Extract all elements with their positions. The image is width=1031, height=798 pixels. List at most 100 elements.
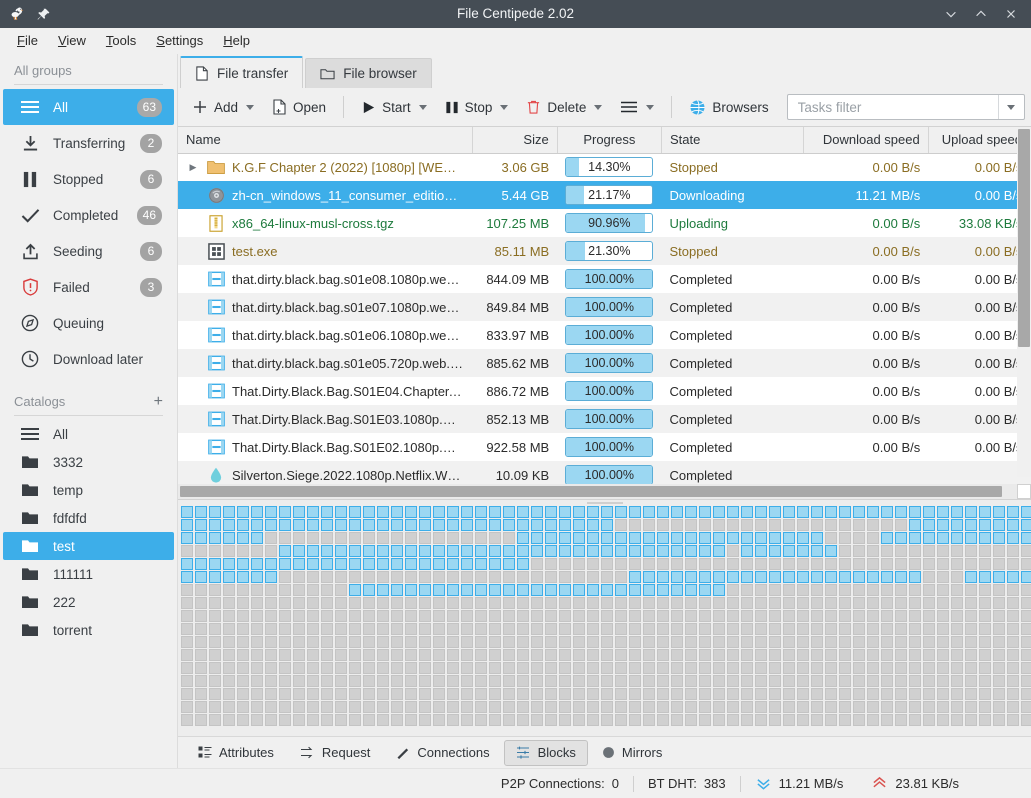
block-cell [377, 688, 389, 700]
delete-button[interactable]: Delete [518, 93, 610, 121]
block-cell [531, 597, 543, 609]
table-horizontal-scroll-thumb[interactable] [180, 486, 1002, 497]
menu-view[interactable]: View [49, 30, 95, 51]
table-vertical-scrollbar[interactable] [1017, 127, 1031, 477]
block-cell [405, 610, 417, 622]
pin-icon[interactable] [36, 7, 51, 22]
menu-settings[interactable]: Settings [147, 30, 212, 51]
pane-resize-handle[interactable] [178, 500, 1031, 505]
sidebar-item-failed[interactable]: Failed3 [3, 269, 174, 305]
catalog-item-all[interactable]: All [3, 420, 174, 448]
sidebar-item-seeding[interactable]: Seeding6 [3, 233, 174, 269]
table-row[interactable]: test.exe 85.11 MB 21.30% Stopped 0.00 B/… [178, 237, 1031, 265]
block-cell [685, 714, 697, 726]
cell-name[interactable]: that.dirty.black.bag.s01e06.1080p.web.h2… [178, 321, 472, 349]
sidebar-item-count: 46 [137, 206, 162, 225]
cell-name[interactable]: zh-cn_windows_11_consumer_editions_upd··… [178, 181, 472, 209]
close-button[interactable] [997, 2, 1025, 26]
table-row[interactable]: that.dirty.black.bag.s01e06.1080p.web.h2… [178, 321, 1031, 349]
cell-name[interactable]: That.Dirty.Black.Bag.S01E04.Chapter.Four… [178, 377, 472, 405]
sidebar-item-transferring[interactable]: Transferring2 [3, 125, 174, 161]
catalog-item-222[interactable]: 222 [3, 588, 174, 616]
column-header-progress[interactable]: Progress [557, 127, 661, 153]
tasks-filter[interactable] [787, 94, 1025, 120]
add-catalog-button[interactable]: + [154, 396, 163, 408]
chevron-down-icon[interactable] [646, 105, 654, 110]
overflow-menu-button[interactable] [612, 93, 662, 121]
catalog-item-3332[interactable]: 3332 [3, 448, 174, 476]
block-cell [797, 688, 809, 700]
cell-name[interactable]: ▶ K.G.F Chapter 2 (2022) [1080p] [WEBRip… [178, 153, 472, 181]
menu-help[interactable]: Help [214, 30, 259, 51]
block-cell [503, 519, 515, 531]
column-header-state[interactable]: State [661, 127, 803, 153]
block-cell [699, 597, 711, 609]
sidebar-item-completed[interactable]: Completed46 [3, 197, 174, 233]
sidebar-item-download-later[interactable]: Download later [3, 341, 174, 377]
table-row[interactable]: that.dirty.black.bag.s01e05.720p.web.h26… [178, 349, 1031, 377]
sidebar-item-all[interactable]: All63 [3, 89, 174, 125]
start-button[interactable]: Start [353, 93, 435, 121]
cell-name[interactable]: that.dirty.black.bag.s01e07.1080p.web.h2… [178, 293, 472, 321]
table-horizontal-scrollbar[interactable] [178, 484, 1017, 499]
block-cell [615, 571, 627, 583]
cell-name[interactable]: x86_64-linux-musl-cross.tgz [178, 209, 472, 237]
block-cell [419, 714, 431, 726]
catalog-item-test[interactable]: test [3, 532, 174, 560]
blocks-grid[interactable] [181, 506, 1031, 726]
chevron-down-icon[interactable] [594, 105, 602, 110]
cell-name[interactable]: that.dirty.black.bag.s01e08.1080p.web.h2… [178, 265, 472, 293]
tab-mirrors[interactable]: Mirrors [590, 740, 674, 766]
catalog-item-111111[interactable]: 111111 [3, 560, 174, 588]
column-header-name[interactable]: Name [178, 127, 472, 153]
cell-name[interactable]: that.dirty.black.bag.s01e05.720p.web.h26… [178, 349, 472, 377]
tasks-filter-input[interactable] [798, 100, 998, 115]
table-row[interactable]: ▶ K.G.F Chapter 2 (2022) [1080p] [WEBRip… [178, 153, 1031, 181]
table-row[interactable]: that.dirty.black.bag.s01e08.1080p.web.h2… [178, 265, 1031, 293]
table-row[interactable]: x86_64-linux-musl-cross.tgz 107.25 MB 90… [178, 209, 1031, 237]
table-row[interactable]: that.dirty.black.bag.s01e07.1080p.web.h2… [178, 293, 1031, 321]
cell-name[interactable]: test.exe [178, 237, 472, 265]
chevron-down-icon[interactable] [500, 105, 508, 110]
block-cell [769, 545, 781, 557]
block-cell [321, 571, 333, 583]
column-header-download-speed[interactable]: Download speed [804, 127, 929, 153]
chevron-down-icon[interactable] [246, 105, 254, 110]
sidebar-item-stopped[interactable]: Stopped6 [3, 161, 174, 197]
chevron-down-icon[interactable] [998, 95, 1020, 119]
chevron-down-icon[interactable] [419, 105, 427, 110]
browsers-button[interactable]: Browsers [681, 93, 776, 121]
block-cell [237, 584, 249, 596]
open-button[interactable]: Open [264, 93, 334, 121]
cell-name[interactable]: That.Dirty.Black.Bag.S01E03.1080p.WEB.h2… [178, 405, 472, 433]
table-row[interactable]: zh-cn_windows_11_consumer_editions_upd··… [178, 181, 1031, 209]
stop-button[interactable]: Stop [437, 93, 517, 121]
column-header-upload-speed[interactable]: Upload speed [928, 127, 1030, 153]
catalog-item-temp[interactable]: temp [3, 476, 174, 504]
table-vertical-scroll-thumb[interactable] [1018, 129, 1030, 347]
tab-attributes[interactable]: Attributes [186, 740, 286, 766]
catalog-item-torrent[interactable]: torrent [3, 616, 174, 644]
maximize-button[interactable] [967, 2, 995, 26]
sidebar-item-queuing[interactable]: Queuing [3, 305, 174, 341]
tab-connections[interactable]: Connections [384, 740, 501, 766]
menu-tools[interactable]: Tools [97, 30, 145, 51]
expand-arrow-icon[interactable]: ▶ [186, 162, 200, 173]
add-button[interactable]: Add [184, 93, 262, 121]
tab-file-browser[interactable]: File browser [305, 58, 432, 88]
tab-file-transfer[interactable]: File transfer [180, 56, 303, 88]
column-header-size[interactable]: Size [472, 127, 557, 153]
block-cell [377, 571, 389, 583]
tab-blocks[interactable]: Blocks [504, 740, 588, 766]
block-cell [811, 649, 823, 661]
minimize-button[interactable] [937, 2, 965, 26]
table-row[interactable]: That.Dirty.Black.Bag.S01E03.1080p.WEB.h2… [178, 405, 1031, 433]
catalog-item-fdfdfd[interactable]: fdfdfd [3, 504, 174, 532]
block-cell [909, 636, 921, 648]
tab-request[interactable]: Request [288, 740, 382, 766]
menu-file[interactable]: File [8, 30, 47, 51]
cell-name[interactable]: That.Dirty.Black.Bag.S01E02.1080p.WEB.h2… [178, 433, 472, 461]
table-row[interactable]: That.Dirty.Black.Bag.S01E04.Chapter.Four… [178, 377, 1031, 405]
block-cell [909, 545, 921, 557]
table-row[interactable]: That.Dirty.Black.Bag.S01E02.1080p.WEB.h2… [178, 433, 1031, 461]
